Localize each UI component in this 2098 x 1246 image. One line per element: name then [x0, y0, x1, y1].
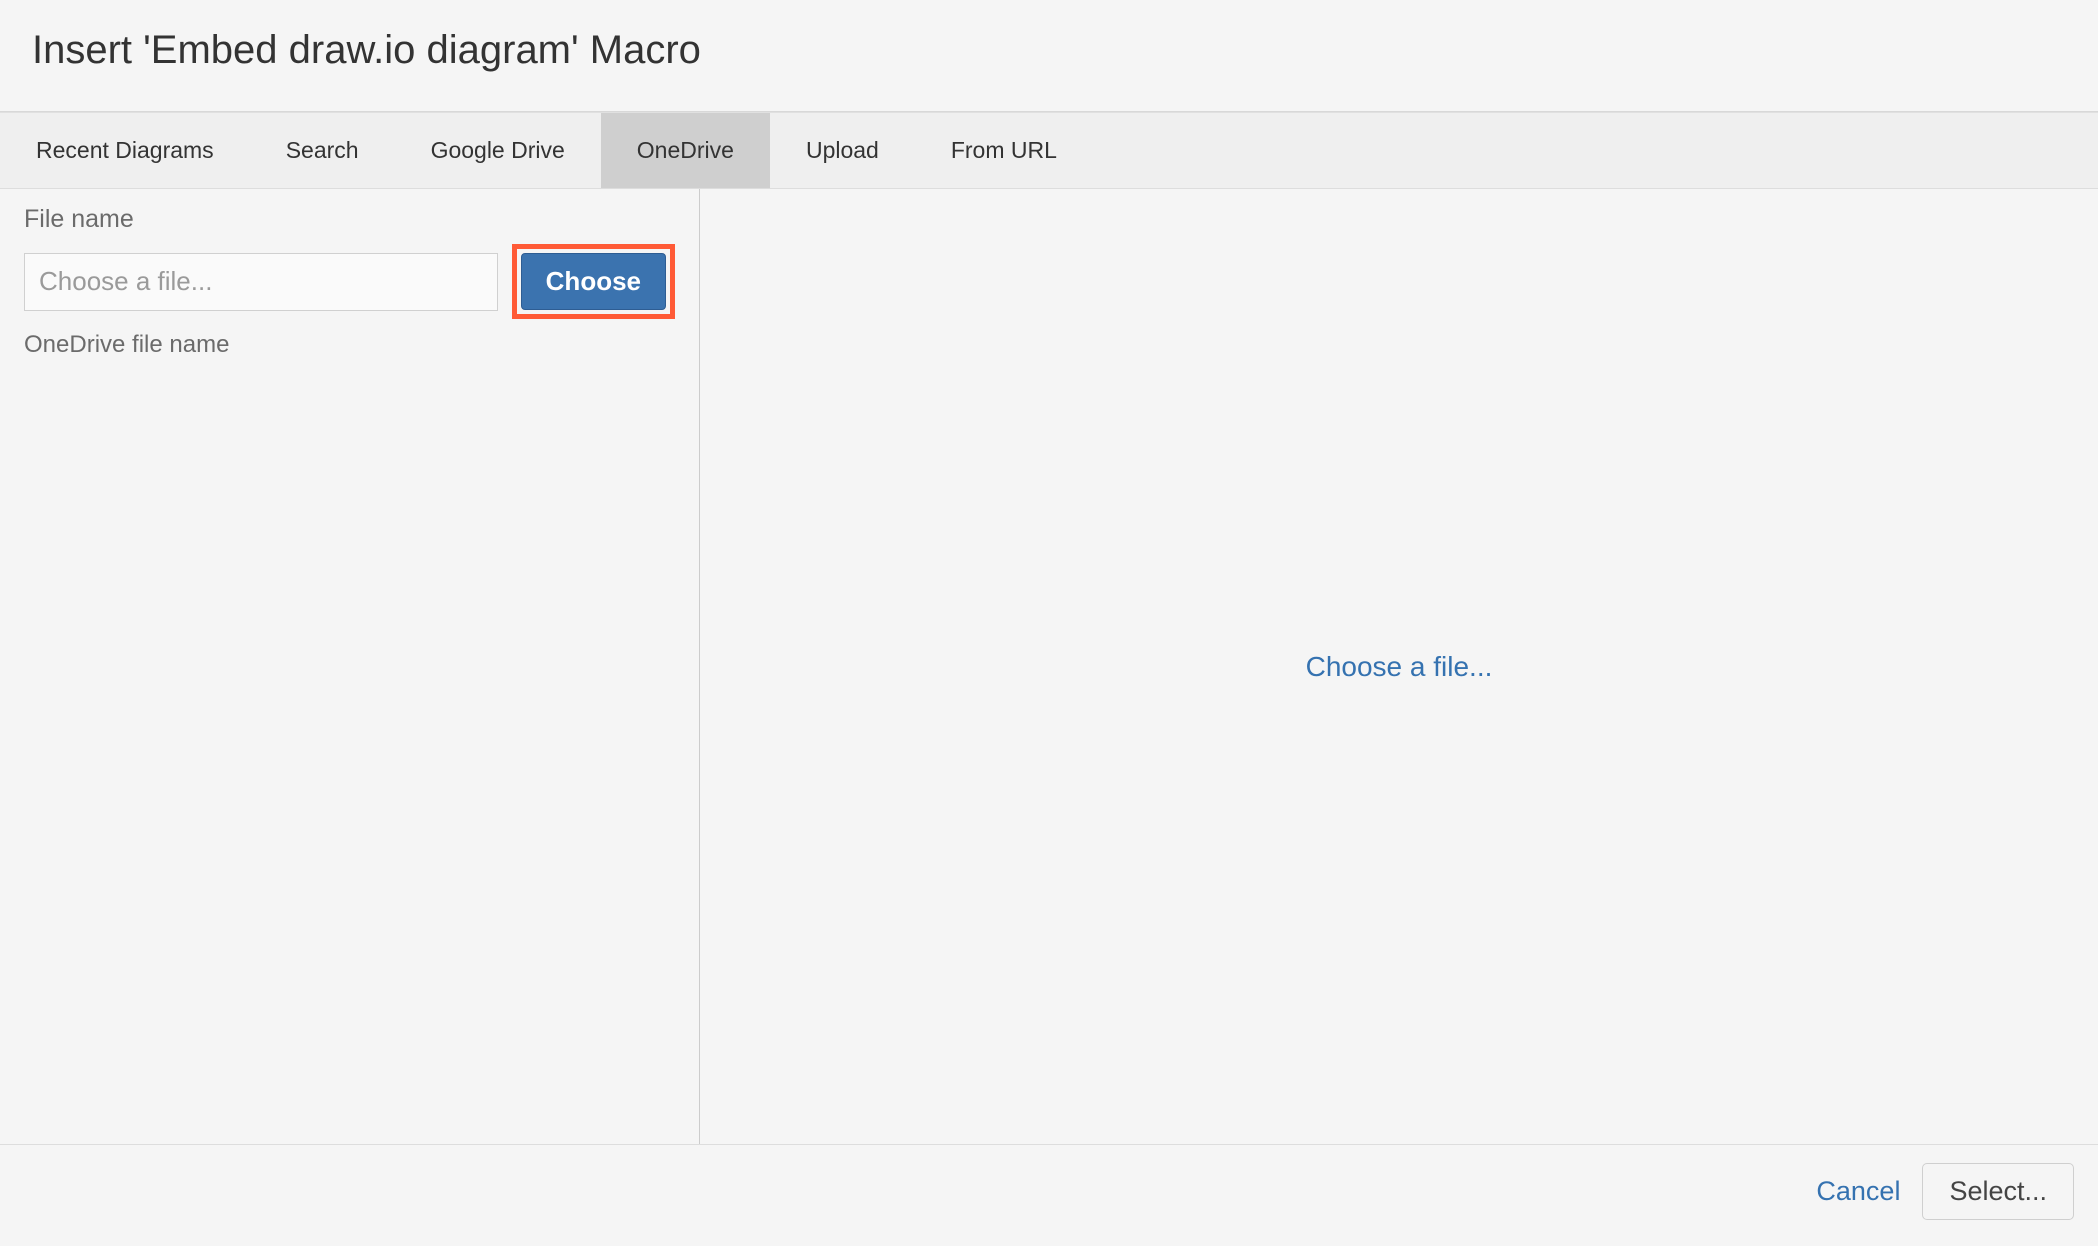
- dialog-header: Insert 'Embed draw.io diagram' Macro: [0, 0, 2098, 111]
- select-button[interactable]: Select...: [1922, 1163, 2074, 1220]
- tab-search[interactable]: Search: [250, 113, 395, 188]
- tab-google-drive[interactable]: Google Drive: [395, 113, 601, 188]
- tab-upload[interactable]: Upload: [770, 113, 915, 188]
- choose-button-highlight: Choose: [512, 244, 675, 319]
- choose-button[interactable]: Choose: [521, 253, 666, 310]
- tab-onedrive[interactable]: OneDrive: [601, 113, 770, 188]
- tab-recent-diagrams[interactable]: Recent Diagrams: [0, 113, 250, 188]
- dialog-title: Insert 'Embed draw.io diagram' Macro: [32, 28, 2066, 73]
- dialog-footer: Cancel Select...: [0, 1144, 2098, 1246]
- tab-bar: Recent Diagrams Search Google Drive OneD…: [0, 113, 2098, 189]
- file-name-help: OneDrive file name: [24, 331, 675, 359]
- right-pane: Choose a file...: [700, 189, 2098, 1144]
- tab-from-url[interactable]: From URL: [915, 113, 1093, 188]
- file-name-input[interactable]: [24, 253, 498, 311]
- file-name-row: Choose: [24, 244, 675, 319]
- left-pane: File name Choose OneDrive file name: [0, 189, 700, 1144]
- cancel-button[interactable]: Cancel: [1816, 1176, 1900, 1207]
- file-name-label: File name: [24, 205, 675, 234]
- main-content: File name Choose OneDrive file name Choo…: [0, 189, 2098, 1144]
- choose-file-message: Choose a file...: [1306, 651, 1493, 683]
